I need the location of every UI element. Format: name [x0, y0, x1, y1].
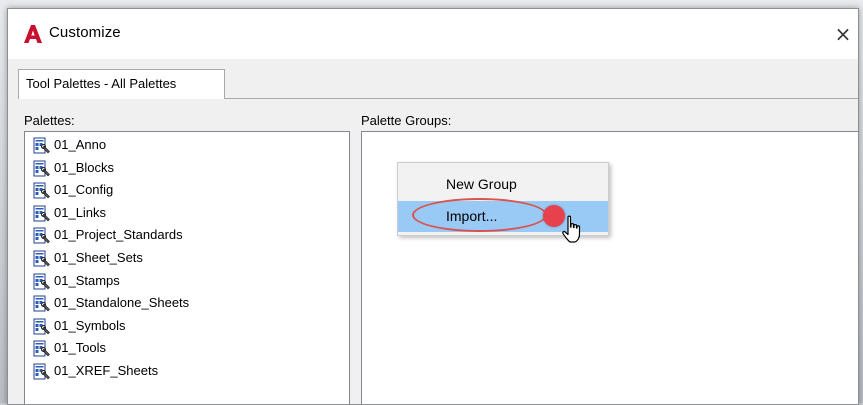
list-item-label: 01_Anno — [54, 137, 107, 152]
list-item-label: 01_Project_Standards — [54, 227, 183, 243]
tool-palette-icon — [33, 227, 51, 244]
list-item-label: 01_XREF_Sheets — [54, 363, 159, 378]
list-item-label: 01_Blocks — [54, 159, 114, 175]
list-item-label: 01_Stamps — [54, 272, 120, 288]
tool-palette-icon — [33, 273, 51, 290]
tool-palette-icon — [33, 340, 51, 357]
tool-palette-icon — [33, 182, 51, 199]
list-item-label: 01_Tools — [54, 340, 107, 356]
tool-palette-icon — [33, 295, 51, 312]
tool-palette-icon — [33, 160, 51, 177]
title-bar: Customize × — [8, 9, 858, 59]
list-item-label: 01_Config — [54, 182, 114, 198]
menu-item-new-group[interactable]: New Group — [398, 169, 608, 200]
list-item-label: 01_Symbols — [54, 317, 126, 333]
palettes-label: Palettes: — [24, 113, 75, 128]
list-item-label: 01_Links — [54, 204, 107, 220]
window-title: Customize — [49, 24, 121, 41]
menu-item-label: New Group — [446, 176, 517, 192]
hand-pointer-icon — [562, 215, 581, 243]
list-item-label: 01_Standalone_Sheets — [54, 295, 190, 311]
palette-groups-label: Palette Groups: — [361, 113, 452, 128]
palettes-list[interactable]: 01_Anno 01_Blocks 01_Config 01_Links 01_Proj… — [24, 131, 350, 404]
tool-palette-icon — [33, 250, 51, 267]
tool-palette-icon — [33, 205, 51, 222]
close-button[interactable]: × — [828, 17, 858, 51]
tab-tool-palettes-all[interactable]: Tool Palettes - All Palettes — [18, 69, 225, 99]
highlight-oval — [412, 198, 547, 232]
tool-palette-icon — [33, 137, 51, 154]
tool-palette-icon — [33, 363, 51, 380]
autocad-a-icon — [24, 25, 42, 43]
list-item-label: 01_Sheet_Sets — [54, 250, 143, 265]
screenshot-frame: Customize × Tool Palettes - All Palettes… — [0, 0, 863, 405]
tool-palette-icon — [33, 318, 51, 335]
